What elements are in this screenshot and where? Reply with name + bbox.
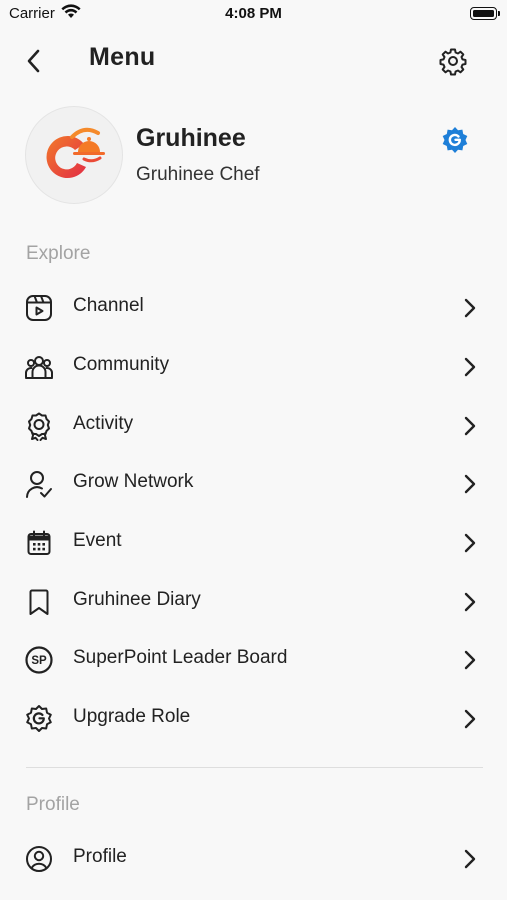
status-bar: Carrier 4:08 PM xyxy=(0,0,507,30)
back-button[interactable] xyxy=(18,46,52,76)
chevron-right-icon xyxy=(464,650,476,670)
community-people-icon xyxy=(25,356,53,379)
menu-item-gruhinee-diary[interactable]: Gruhinee Diary xyxy=(0,573,507,631)
menu-item-upgrade-role[interactable]: Upgrade Role xyxy=(0,690,507,748)
settings-button[interactable] xyxy=(437,45,469,77)
header: Menu xyxy=(0,38,507,82)
chevron-right-icon xyxy=(464,357,476,377)
menu-item-profile[interactable]: Profile xyxy=(0,830,507,888)
menu-item-grow-network[interactable]: Grow Network xyxy=(0,455,507,513)
bookmark-icon xyxy=(29,589,49,615)
menu-item-label: Gruhinee Diary xyxy=(73,589,201,610)
gear-icon xyxy=(439,48,467,76)
profile-role: Gruhinee Chef xyxy=(136,164,260,185)
menu-item-label: Profile xyxy=(73,846,127,867)
award-ribbon-icon xyxy=(28,412,50,441)
menu-item-community[interactable]: Community xyxy=(0,338,507,396)
section-label-explore: Explore xyxy=(26,243,91,264)
chevron-right-icon xyxy=(464,709,476,729)
section-divider xyxy=(26,767,483,768)
clock: 4:08 PM xyxy=(225,5,282,22)
menu-item-activity[interactable]: Activity xyxy=(0,397,507,455)
menu-item-label: Grow Network xyxy=(73,471,194,492)
section-label-profile: Profile xyxy=(26,794,80,815)
verified-badge-icon xyxy=(442,127,468,153)
chevron-right-icon xyxy=(464,592,476,612)
menu-item-label: SuperPoint Leader Board xyxy=(73,647,288,668)
upgrade-badge-icon xyxy=(26,705,52,732)
gruhinee-logo xyxy=(46,127,105,179)
chevron-right-icon xyxy=(464,533,476,553)
menu-item-label: Event xyxy=(73,530,122,551)
battery-icon xyxy=(470,7,500,20)
menu-item-label: Community xyxy=(73,354,170,375)
menu-item-label: Channel xyxy=(73,295,144,316)
menu-item-label: Upgrade Role xyxy=(73,706,191,727)
sp-badge-icon: SP xyxy=(25,646,53,674)
channel-video-icon xyxy=(26,295,52,321)
page-title: Menu xyxy=(89,43,156,71)
chevron-right-icon xyxy=(464,474,476,494)
menu-item-channel[interactable]: Channel xyxy=(0,279,507,337)
profile-card[interactable]: Gruhinee Gruhinee Chef xyxy=(25,106,485,206)
user-circle-icon xyxy=(26,846,52,872)
calendar-icon xyxy=(27,530,51,555)
chevron-right-icon xyxy=(464,298,476,318)
avatar xyxy=(25,106,123,204)
user-check-icon xyxy=(26,471,52,498)
chevron-right-icon xyxy=(464,849,476,869)
chevron-left-icon xyxy=(27,49,40,73)
chevron-right-icon xyxy=(464,416,476,436)
svg-text:SP: SP xyxy=(31,655,47,667)
menu-item-label: Activity xyxy=(73,413,134,434)
menu-item-superpoint-leader-board[interactable]: SP SuperPoint Leader Board xyxy=(0,631,507,689)
menu-item-event[interactable]: Event xyxy=(0,514,507,572)
profile-name: Gruhinee xyxy=(136,124,246,152)
